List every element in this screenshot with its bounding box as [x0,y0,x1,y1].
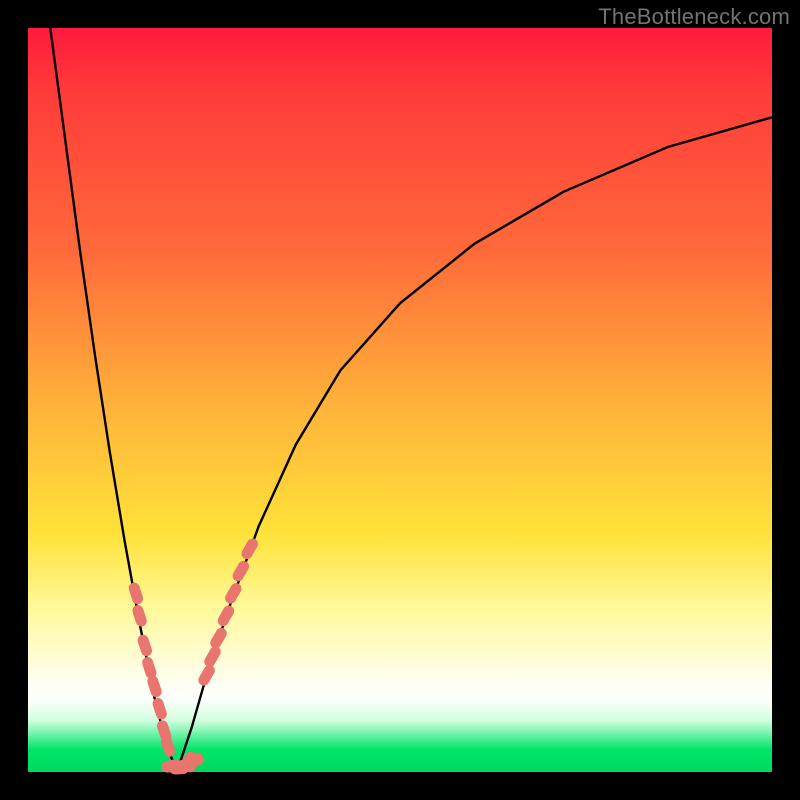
bead [159,734,176,758]
outer-frame: TheBottleneck.com [0,0,800,800]
left-branch-path [50,28,177,772]
bead [151,697,168,721]
bead [239,537,260,562]
plot-area [28,28,772,772]
curve-layer [28,28,772,772]
right-branch-path [177,117,772,772]
beads-layer [127,537,260,775]
bead [131,604,148,628]
watermark-text: TheBottleneck.com [598,4,790,30]
bead [127,581,144,605]
bead [202,644,223,669]
bead [231,559,252,584]
bead [196,663,217,688]
bead [136,633,153,657]
bead [216,604,237,629]
bead [223,581,244,606]
bead [208,626,229,651]
bottleneck-curve [50,28,772,772]
bead [146,674,163,698]
